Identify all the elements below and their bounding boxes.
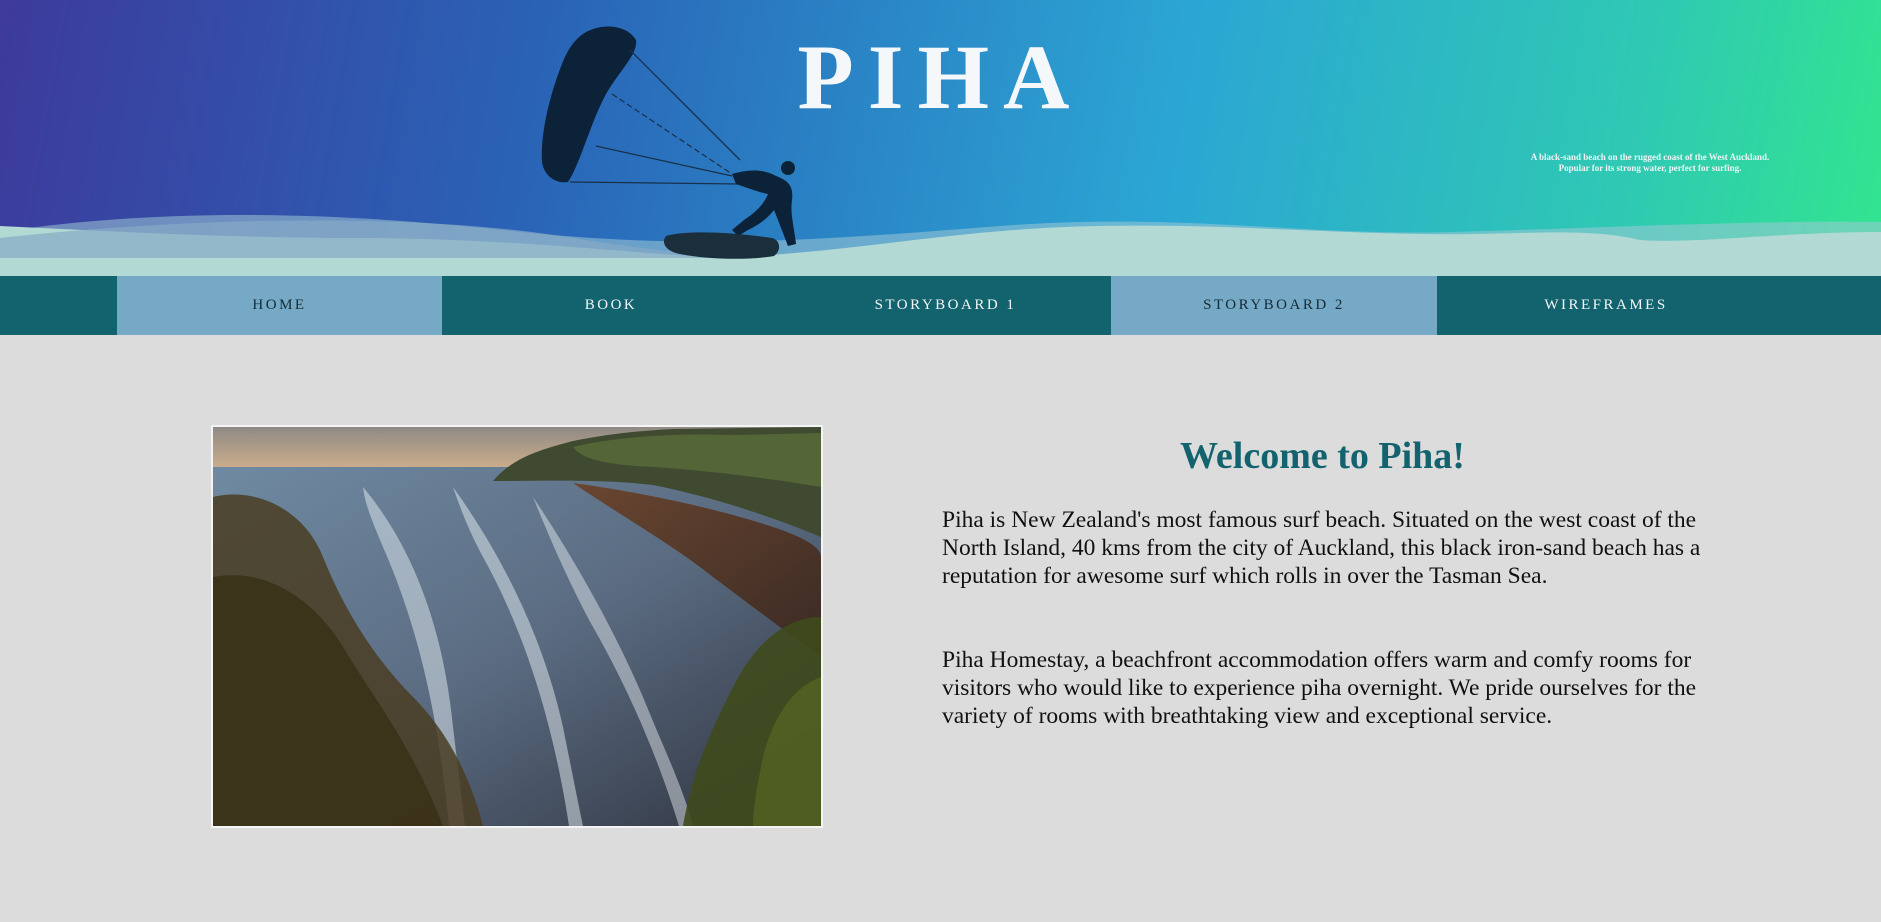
nav-item-wireframes[interactable]: WIREFRAMES (1437, 276, 1775, 335)
piha-beach-photo (211, 425, 823, 828)
nav-item-label: HOME (252, 297, 307, 313)
nav-item-home[interactable]: HOME (117, 276, 442, 335)
site-title: PIHA (797, 26, 1084, 128)
site-header: PIHA A black-sand beach on the rugged co… (0, 0, 1881, 276)
welcome-heading: Welcome to Piha! (1180, 435, 1465, 477)
kitesurfer-silhouette-icon (541, 26, 796, 259)
main-nav: HOME BOOK STORYBOARD 1 STORYBOARD 2 WIRE… (0, 276, 1881, 335)
nav-item-label: STORYBOARD 2 (1203, 297, 1345, 313)
nav-item-label: BOOK (584, 297, 638, 313)
header-tagline: A black-sand beach on the rugged coast o… (1530, 152, 1770, 173)
homestay-paragraph: Piha Homestay, a beachfront accommodatio… (942, 647, 1697, 729)
nav-item-storyboard-2[interactable]: STORYBOARD 2 (1111, 276, 1437, 335)
nav-item-book[interactable]: BOOK (442, 276, 780, 335)
intro-paragraph: Piha is New Zealand's most famous surf b… (942, 507, 1701, 589)
nav-item-label: STORYBOARD 1 (874, 297, 1017, 313)
nav-item-label: WIREFRAMES (1544, 297, 1668, 313)
nav-item-storyboard-1[interactable]: STORYBOARD 1 (780, 276, 1111, 335)
